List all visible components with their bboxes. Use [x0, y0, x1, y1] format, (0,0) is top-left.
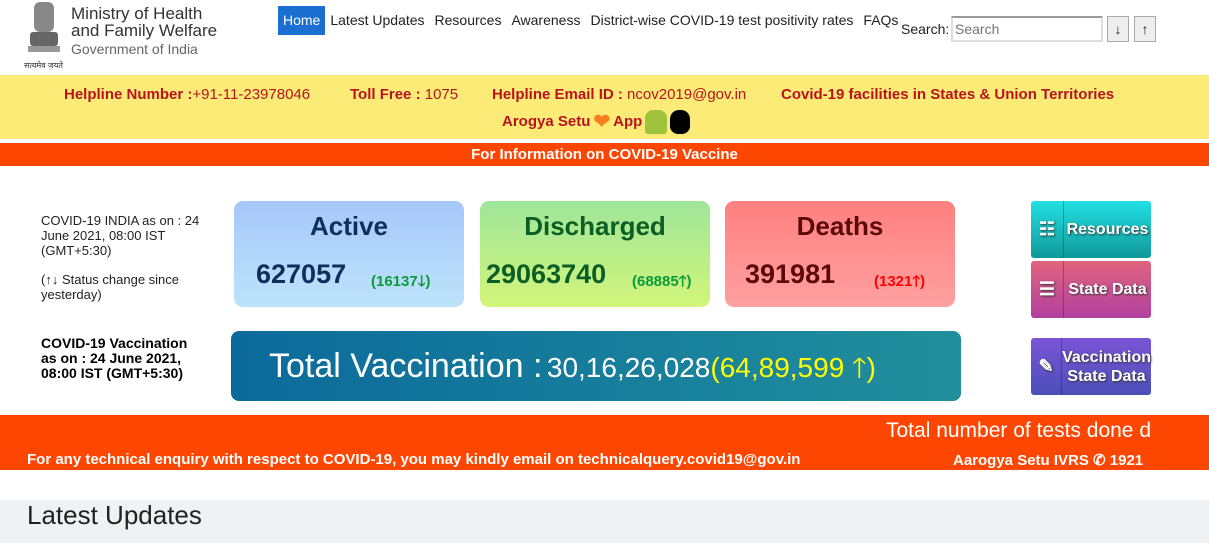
vaccination-as-on: COVID-19 Vaccination as on : 24 June 202… — [41, 335, 188, 381]
nav-positivity-rates[interactable]: District-wise COVID-19 test positivity r… — [585, 6, 858, 35]
helpline-number-label: Helpline Number : — [64, 86, 193, 103]
government-of-india: Government of India — [71, 41, 198, 57]
nav-faqs[interactable]: FAQs — [858, 6, 903, 35]
national-emblem-logo — [28, 2, 60, 52]
toll-free-label: Toll Free : — [350, 86, 421, 103]
android-icon[interactable] — [645, 109, 668, 134]
toll-free: Toll Free : 1075 — [350, 86, 458, 103]
ministry-line1: Ministry of Health — [71, 4, 203, 23]
discharged-change: (68885🡑) — [632, 273, 692, 290]
nav-resources[interactable]: Resources — [430, 6, 507, 35]
search-label: Search: — [901, 21, 950, 37]
status-legend: (↑↓ Status change since yesterday) — [41, 272, 180, 302]
deaths-value: 391981 — [745, 259, 836, 289]
deaths-change: (1321🡑) — [874, 273, 926, 290]
status-as-on: COVID-19 INDIA as on : 24 June 2021, 08:… — [41, 213, 200, 258]
vaccination-state-data-tile[interactable]: ✎ Vaccination State Data — [1031, 338, 1151, 395]
search-prev-button[interactable]: ↑ — [1134, 16, 1156, 42]
helpline-email: Helpline Email ID : ncov2019@gov.in — [492, 86, 746, 103]
database-icon: ☰ — [1031, 261, 1064, 318]
deaths-card: Deaths 391981 (1321🡑) — [725, 201, 955, 307]
main-nav: Home Latest Updates Resources Awareness … — [278, 6, 903, 35]
toll-free-value[interactable]: 1075 — [425, 86, 458, 103]
presenter-icon: ☷ — [1031, 201, 1064, 258]
arogya-setu-app[interactable]: Arogya Setu ❤ App — [502, 109, 691, 134]
resources-tile[interactable]: ☷ Resources — [1031, 201, 1151, 258]
helpline-email-label: Helpline Email ID : — [492, 86, 623, 103]
vaccination-state-data-tile-label: Vaccination State Data — [1062, 348, 1151, 385]
total-vaccination-label: Total Vaccination : — [269, 347, 543, 385]
covid-facilities-link[interactable]: Covid-19 facilities in States & Union Te… — [781, 86, 1114, 103]
helpline-number-value[interactable]: +91-11-23978046 — [192, 86, 310, 103]
tests-ticker: Total number of tests done d — [886, 419, 1151, 442]
vaccine-info-banner[interactable]: For Information on COVID-19 Vaccine — [0, 143, 1209, 166]
motto-text: सत्यमेव जयते — [24, 61, 63, 70]
arogya-setu-label: Arogya Setu — [502, 113, 591, 130]
latest-updates-section: Latest Updates — [0, 500, 1209, 543]
ticker-bar: Total number of tests done d For any tec… — [0, 415, 1209, 470]
discharged-title: Discharged — [524, 211, 666, 241]
arogya-heart-icon: ❤ — [593, 111, 611, 133]
state-data-tile-label: State Data — [1068, 281, 1147, 298]
technical-enquiry-text[interactable]: For any technical enquiry with respect t… — [27, 451, 800, 468]
deaths-title: Deaths — [796, 211, 884, 241]
active-card: Active 627057 (16137🡓) — [234, 201, 464, 307]
ministry-line2: and Family Welfare — [71, 21, 218, 40]
syringe-icon: ✎ — [1031, 338, 1063, 395]
discharged-card: Discharged 29063740 (68885🡑) — [480, 201, 710, 307]
search-next-button[interactable]: ↓ — [1107, 16, 1129, 42]
nav-latest-updates[interactable]: Latest Updates — [325, 6, 429, 35]
helpline-number: Helpline Number :+91-11-23978046 — [64, 86, 310, 103]
resources-tile-label: Resources — [1066, 221, 1149, 238]
discharged-value: 29063740 — [486, 259, 607, 289]
app-label: App — [613, 113, 643, 130]
nav-home[interactable]: Home — [278, 6, 326, 35]
active-value: 627057 — [256, 259, 347, 289]
apple-icon[interactable] — [670, 109, 691, 134]
aarogya-ivrs: Aarogya Setu IVRS ✆ 1921 — [953, 452, 1144, 469]
ministry-name[interactable]: Ministry of Health and Family Welfare — [71, 5, 217, 39]
total-vaccination-value: 30,16,26,028 — [546, 352, 711, 383]
state-data-tile[interactable]: ☰ State Data — [1031, 261, 1151, 318]
active-change: (16137🡓) — [371, 273, 431, 290]
latest-updates-heading: Latest Updates — [27, 500, 202, 530]
active-title: Active — [309, 211, 389, 241]
total-vaccination-banner: Total Vaccination : 30,16,26,028(64,89,5… — [231, 331, 961, 401]
nav-awareness[interactable]: Awareness — [506, 6, 585, 35]
search-input[interactable] — [951, 16, 1103, 42]
helpline-email-value[interactable]: ncov2019@gov.in — [627, 86, 746, 103]
vaccination-change: (64,89,599 🡑) — [710, 352, 876, 383]
